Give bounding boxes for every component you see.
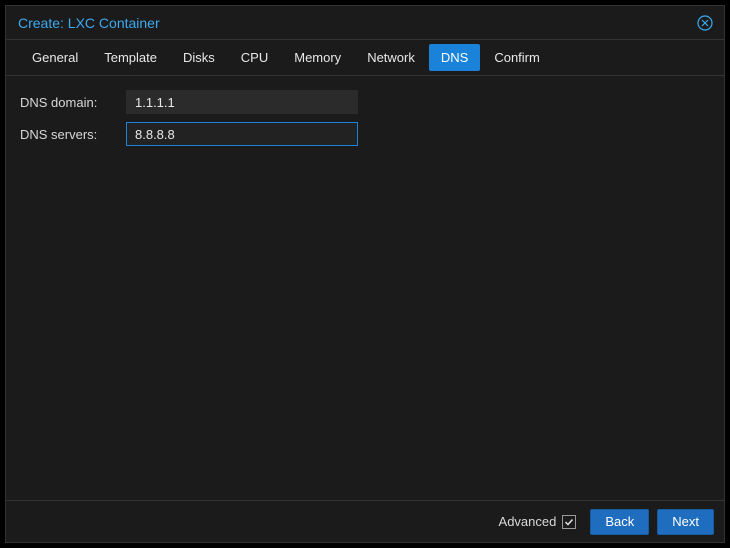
wizard-tabbar: General Template Disks CPU Memory Networ… — [6, 40, 724, 76]
dns-domain-label: DNS domain: — [20, 95, 126, 110]
dns-panel: DNS domain: DNS servers: — [6, 76, 724, 500]
dns-servers-input[interactable] — [126, 122, 358, 146]
dns-servers-label: DNS servers: — [20, 127, 126, 142]
dns-domain-row: DNS domain: — [20, 90, 710, 114]
advanced-label: Advanced — [499, 514, 557, 529]
tab-memory[interactable]: Memory — [282, 44, 353, 71]
close-icon[interactable] — [696, 14, 714, 32]
tab-template[interactable]: Template — [92, 44, 169, 71]
tab-disks[interactable]: Disks — [171, 44, 227, 71]
window-title: Create: LXC Container — [18, 15, 160, 31]
tab-dns[interactable]: DNS — [429, 44, 480, 71]
dns-domain-input[interactable] — [126, 90, 358, 114]
back-button[interactable]: Back — [590, 509, 649, 535]
next-button[interactable]: Next — [657, 509, 714, 535]
footer: Advanced Back Next — [6, 500, 724, 542]
create-lxc-container-dialog: Create: LXC Container General Template D… — [5, 5, 725, 543]
tab-confirm[interactable]: Confirm — [482, 44, 552, 71]
advanced-toggle[interactable]: Advanced — [499, 514, 577, 529]
titlebar: Create: LXC Container — [6, 6, 724, 40]
tab-network[interactable]: Network — [355, 44, 427, 71]
tab-general[interactable]: General — [20, 44, 90, 71]
dns-servers-row: DNS servers: — [20, 122, 710, 146]
advanced-checkbox[interactable] — [562, 515, 576, 529]
tab-cpu[interactable]: CPU — [229, 44, 280, 71]
